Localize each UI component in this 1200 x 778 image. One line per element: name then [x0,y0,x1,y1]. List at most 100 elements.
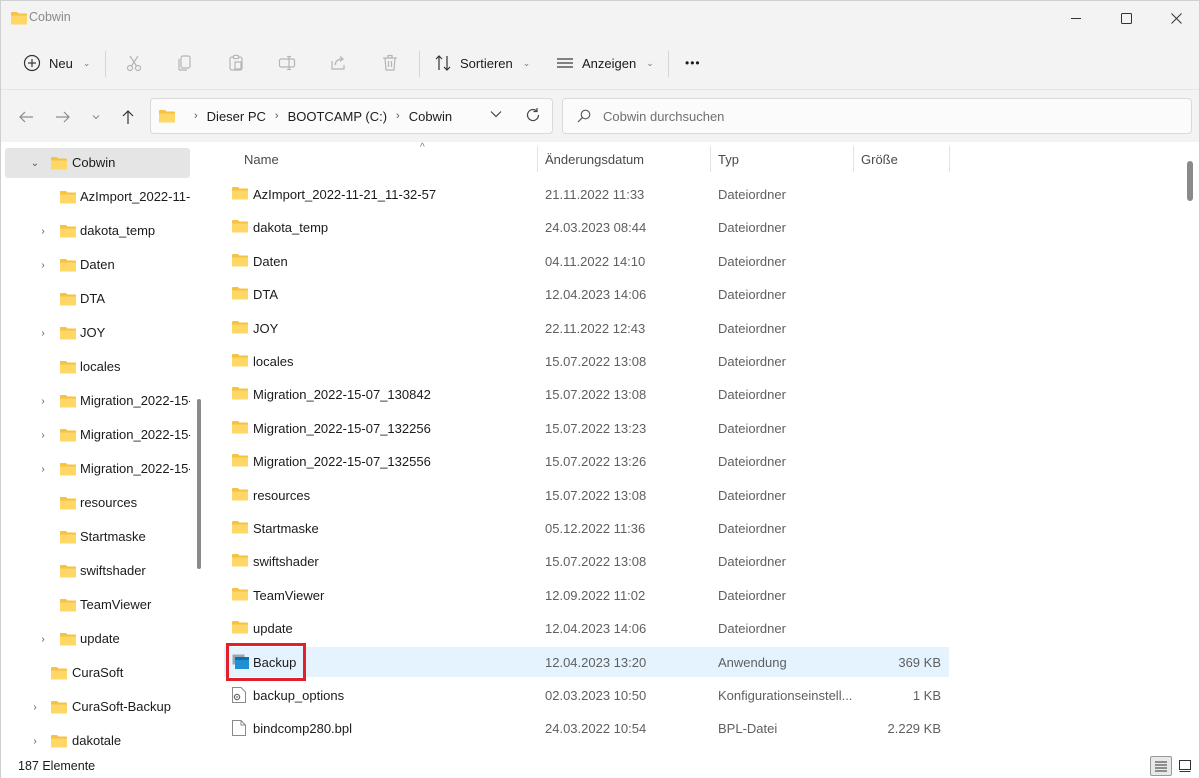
tree-item-resources[interactable]: resources [5,488,190,518]
tree-item-label: Migration_2022-15- [80,427,190,442]
maximize-button[interactable] [1101,1,1151,35]
file-row[interactable]: Migration_2022-15-07_132256 15.07.2022 13… [224,413,949,443]
tree-item-teamviewer[interactable]: TeamViewer [5,590,190,620]
search-box[interactable] [562,98,1192,134]
rename-button[interactable] [275,51,299,75]
chevron-right-icon[interactable]: › [396,110,400,122]
chevron-right-icon[interactable]: › [37,250,49,280]
tiles-view-icon [1179,760,1191,772]
column-header-type[interactable]: Typ [718,142,848,176]
file-row[interactable]: update 12.04.2023 14:06 Dateiordner [224,613,949,643]
tree-item-cobwin[interactable]: ⌄ Cobwin [5,148,190,178]
tree-item-dakota-temp[interactable]: › dakota_temp [5,216,190,246]
chevron-right-icon[interactable]: › [29,692,41,722]
plus-circle-icon [23,54,41,72]
cut-button[interactable] [122,51,146,75]
chevron-right-icon[interactable]: › [37,454,49,484]
chevron-right-icon[interactable]: › [37,318,49,348]
file-row[interactable]: AzImport_2022-11-21_11-32-57 21.11.2022 1… [224,179,949,209]
file-row[interactable]: bindcomp280.bpl 24.03.2022 10:54 BPL-Datei… [224,713,949,743]
folder-icon [60,598,76,615]
tree-item-migration[interactable]: › Migration_2022-15- [5,454,190,484]
file-row[interactable]: resources 15.07.2022 13:08 Dateiordner [224,480,949,510]
file-row[interactable]: backup_options 02.03.2023 10:50 Konfigurat… [224,680,949,710]
tree-item-migration[interactable]: › Migration_2022-15- [5,420,190,450]
file-row[interactable]: DTA 12.04.2023 14:06 Dateiordner [224,279,949,309]
details-view-button[interactable] [1150,756,1172,776]
chevron-right-icon[interactable]: › [37,420,49,450]
breadcrumb-item-bootcamp[interactable]: BOOTCAMP (C:) [288,109,387,124]
tree-item-curasoft[interactable]: CuraSoft [5,658,190,688]
tree-item-label: Migration_2022-15- [80,393,190,408]
navigation-scrollbar-thumb[interactable] [197,399,201,569]
delete-button[interactable] [378,51,402,75]
address-history-dropdown[interactable] [489,107,503,124]
copy-button[interactable] [173,51,197,75]
file-size: 2.229 KB [887,721,942,737]
tree-item-azimport[interactable]: AzImport_2022-11- [5,182,190,212]
tree-item-joy[interactable]: › JOY [5,318,190,348]
column-divider[interactable] [853,146,854,172]
file-row[interactable]: Backup 12.04.2023 13:20 Anwendung 369 KB [224,646,949,677]
folder-icon [60,462,76,479]
column-header-date[interactable]: Änderungsdatum [545,142,705,176]
large-icons-view-button[interactable] [1174,756,1196,776]
breadcrumb-item-this-pc[interactable]: Dieser PC [207,109,266,124]
chevron-right-icon[interactable]: › [37,216,49,246]
up-button[interactable] [117,106,139,128]
file-row[interactable]: Daten 04.11.2022 14:10 Dateiordner [224,246,949,276]
column-divider[interactable] [710,146,711,172]
tree-item-label: JOY [80,325,106,340]
chevron-right-icon[interactable]: › [37,386,49,416]
chevron-right-icon[interactable]: › [37,624,49,654]
file-row[interactable]: swiftshader 15.07.2022 13:08 Dateiordner [224,546,949,576]
file-row[interactable]: Migration_2022-15-07_132556 15.07.2022 13… [224,446,949,476]
folder-icon [51,156,67,173]
file-row[interactable]: TeamViewer 12.09.2022 11:02 Dateiordner [224,580,949,610]
tree-item-update[interactable]: › update [5,624,190,654]
folder-icon [232,487,248,504]
forward-button[interactable] [52,106,74,128]
tree-item-dta[interactable]: DTA [5,284,190,314]
tree-item-migration[interactable]: › Migration_2022-15- [5,386,190,416]
address-bar[interactable]: › Dieser PC › BOOTCAMP (C:) › Cobwin [150,98,553,134]
file-row[interactable]: Startmaske 05.12.2022 11:36 Dateiordner [224,513,949,543]
tree-item-dakotale[interactable]: › dakotale [5,726,190,754]
folder-icon [11,11,27,28]
view-button[interactable]: Anzeigen ⌄ [556,47,654,79]
trash-icon [383,54,397,71]
tree-item-curasoft-backup[interactable]: › CuraSoft-Backup [5,692,190,722]
search-input[interactable] [603,106,1163,126]
close-button[interactable] [1151,1,1200,35]
paste-button[interactable] [224,51,248,75]
breadcrumb-item-cobwin[interactable]: Cobwin [409,109,452,124]
column-header-name[interactable]: Name ^ [244,142,534,176]
share-button[interactable] [326,51,350,75]
back-button[interactable] [15,106,37,128]
chevron-right-icon[interactable]: › [29,726,41,754]
tree-item-locales[interactable]: locales [5,352,190,382]
column-header-label: Typ [718,151,739,167]
file-row[interactable]: locales 15.07.2022 13:08 Dateiordner [224,346,949,376]
file-list-scrollbar-thumb[interactable] [1187,161,1193,201]
tree-item-startmaske[interactable]: Startmaske [5,522,190,552]
new-button[interactable]: Neu ⌄ [23,47,90,79]
column-divider[interactable] [537,146,538,172]
refresh-button[interactable] [525,107,541,126]
file-row[interactable]: dakota_temp 24.03.2023 08:44 Dateiordner [224,212,949,242]
chevron-down-icon: ⌄ [646,57,654,68]
tree-item-swiftshader[interactable]: swiftshader [5,556,190,586]
address-row: › Dieser PC › BOOTCAMP (C:) › Cobwin [1,90,1199,142]
more-options-button[interactable]: ••• [685,47,701,79]
recent-locations-button[interactable] [85,106,107,128]
column-divider[interactable] [949,146,950,172]
file-row[interactable]: JOY 22.11.2022 12:43 Dateiordner [224,313,949,343]
view-button-label: Anzeigen [582,55,637,71]
chevron-down-icon[interactable]: ⌄ [29,148,41,178]
tree-item-daten[interactable]: › Daten [5,250,190,280]
chevron-right-icon[interactable]: › [275,110,279,122]
sort-button[interactable]: Sortieren ⌄ [434,47,530,79]
minimize-button[interactable] [1051,1,1101,35]
column-header-size[interactable]: Größe [861,142,941,176]
file-row[interactable]: Migration_2022-15-07_130842 15.07.2022 13… [224,379,949,409]
